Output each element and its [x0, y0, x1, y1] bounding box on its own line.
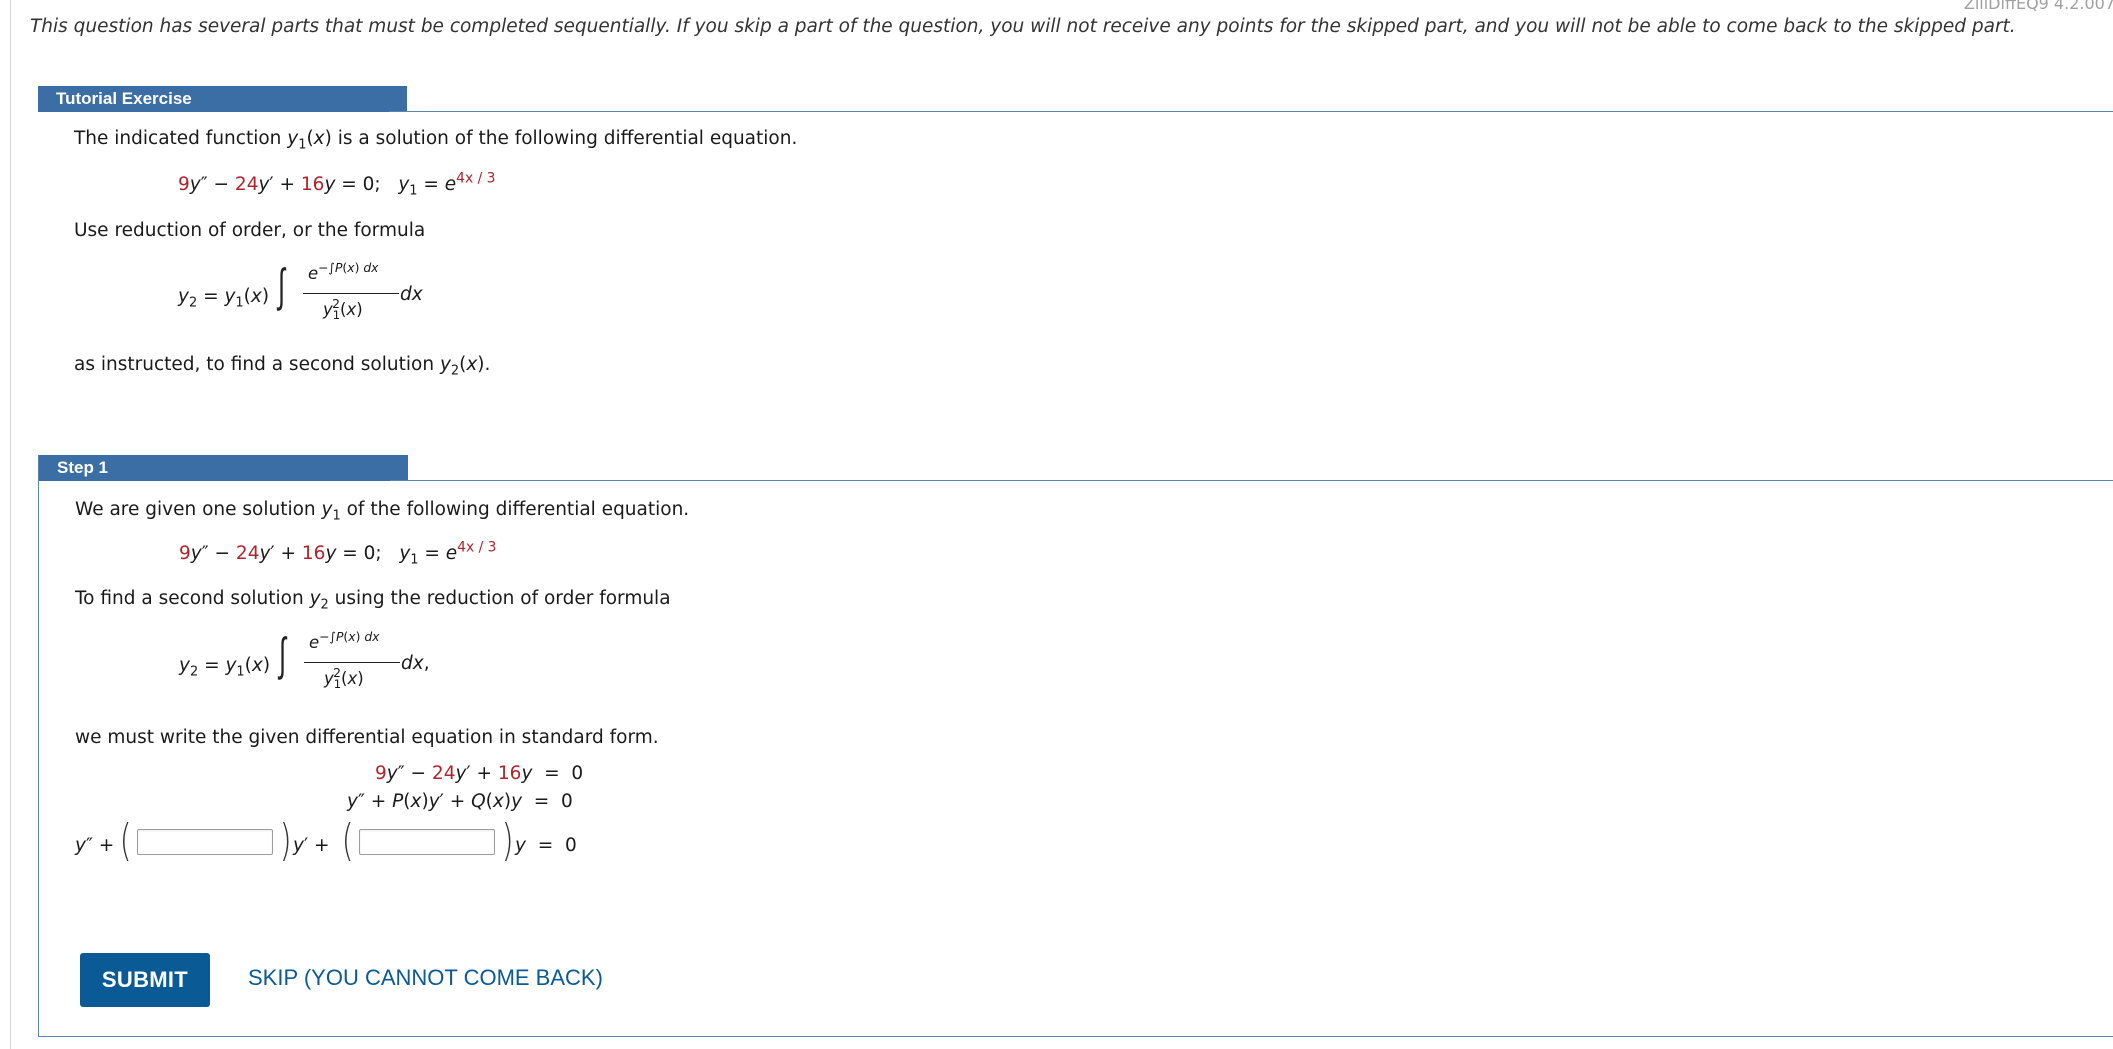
left-paren-p: (: [119, 815, 132, 866]
given-equation-row: 9y″ − 24y′ + 16y = 0: [375, 763, 584, 784]
left-paren-q: (: [341, 815, 354, 866]
fraction-numerator: e−∫P(x) dx: [308, 261, 379, 283]
fraction-bar: [304, 662, 400, 663]
question-id: ZillDiffEQ9 4.2.007: [1963, 0, 2113, 13]
submit-button[interactable]: SUBMIT: [80, 953, 210, 1007]
tutorial-section: Tutorial Exercise The indicated function…: [38, 86, 2113, 406]
integral-sign: ∫: [279, 627, 286, 681]
coef-a: 9: [375, 763, 387, 784]
tutorial-p3: as instructed, to find a second solution…: [74, 354, 491, 379]
coef-b: 24: [235, 543, 260, 564]
step1-formula-lhs: y2 = y1(x): [179, 655, 271, 680]
q-of-x-input[interactable]: [359, 829, 495, 855]
step1-header-rule: [390, 480, 2113, 481]
fraction-denominator: y12(x): [324, 666, 364, 692]
left-border: [10, 0, 11, 1049]
step1-formula-dx: dx,: [401, 653, 430, 674]
right-paren-q: ): [501, 815, 514, 866]
exponent: 4x / 3: [457, 539, 497, 556]
tutorial-equation: 9y″ − 24y′ + 16y = 0; y1 = e4x / 3: [178, 170, 496, 199]
tutorial-p1-a: The indicated function: [74, 128, 288, 149]
fraction-numerator: e−∫P(x) dx: [309, 630, 380, 652]
coef-b: 24: [431, 763, 456, 784]
coef-a: 9: [179, 543, 191, 564]
tutorial-formula-lhs: y2 = y1(x): [178, 286, 270, 311]
step1-equation: 9y″ − 24y′ + 16y = 0; y1 = e4x / 3: [179, 539, 497, 568]
intro-text: This question has several parts that mus…: [30, 16, 2016, 37]
step1-p2: To find a second solution y2 using the r…: [75, 588, 671, 613]
step1-section: Step 1 We are given one solution y1 of t…: [38, 455, 2113, 1037]
coef-c: 16: [497, 763, 522, 784]
step1-p1: We are given one solution y1 of the foll…: [75, 499, 690, 524]
fraction-bar: [303, 293, 399, 294]
fraction-denominator: y12(x): [323, 297, 363, 323]
step1-header: Step 1: [39, 455, 408, 481]
coef-b: 24: [234, 174, 259, 195]
tutorial-intro-text: The indicated function y1(x) is a soluti…: [74, 128, 798, 153]
answer-row-suffix: y = 0: [515, 835, 577, 856]
standard-form-row: y″ + P(x)y′ + Q(x)y = 0: [347, 791, 573, 812]
exponent: 4x / 3: [456, 170, 496, 187]
p-of-x-input[interactable]: [137, 829, 273, 855]
coef-c: 16: [300, 174, 325, 195]
tutorial-header-rule: [389, 111, 2113, 112]
tutorial-formula-dx: dx: [400, 284, 423, 305]
tutorial-header: Tutorial Exercise: [38, 86, 407, 112]
right-paren-p: ): [279, 815, 292, 866]
integral-sign: ∫: [278, 258, 285, 312]
answer-row-prefix: y″ +: [75, 835, 115, 856]
step1-p3: we must write the given differential equ…: [75, 727, 659, 748]
tutorial-p2: Use reduction of order, or the formula: [74, 220, 426, 241]
coef-a: 9: [178, 174, 190, 195]
skip-button[interactable]: SKIP (YOU CANNOT COME BACK): [248, 965, 603, 991]
tutorial-p1-b: is a solution of the following different…: [337, 128, 798, 149]
answer-row-mid: y′ +: [293, 835, 330, 856]
coef-c: 16: [301, 543, 326, 564]
